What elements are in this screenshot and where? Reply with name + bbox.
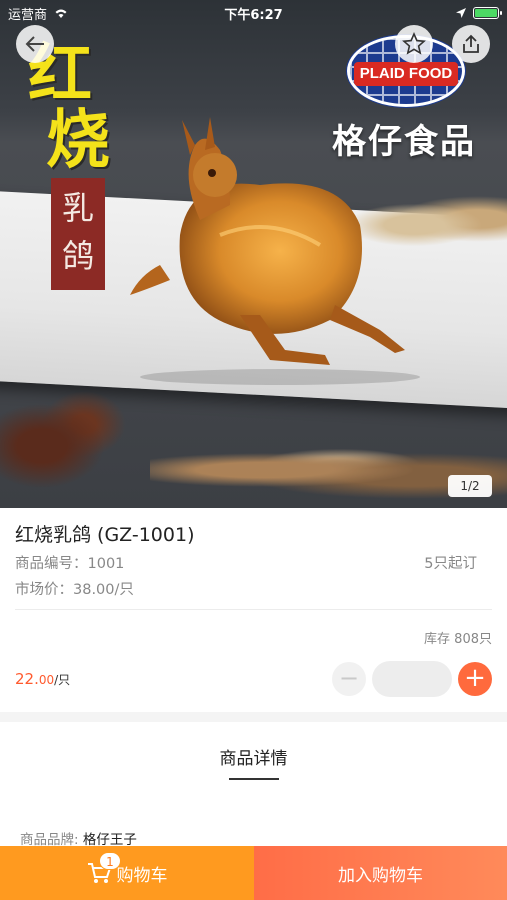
status-bar: 运营商 下午6:27 — [0, 0, 507, 26]
stock-count: 库存 808只 — [424, 632, 492, 647]
increase-button[interactable]: + — [458, 662, 492, 696]
divider — [15, 609, 492, 610]
product-code: 商品编号：1001 — [15, 556, 125, 572]
battery-icon — [473, 7, 502, 19]
detail-underline — [229, 778, 279, 780]
product-detail-section: 商品详情 商品品牌: 格仔王子 — [0, 722, 507, 848]
red-seal: 乳 鸽 — [51, 178, 105, 290]
bottom-action-bar: 1 购物车 加入购物车 — [0, 846, 507, 900]
image-pager: 1/2 — [448, 475, 492, 497]
product-info: 红烧乳鸽 (GZ-1001) 商品编号：1001 市场价：38.00/只 5只起… — [0, 508, 507, 712]
cart-label: 购物车 — [116, 865, 168, 886]
product-image-carousel[interactable]: 红 烧 乳 鸽 PLAID FOOD 格仔食品 1/2 — [0, 0, 507, 508]
star-icon — [402, 32, 426, 55]
price-integer: 22. — [15, 670, 39, 688]
seal-char-2: 鸽 — [61, 237, 94, 275]
share-icon — [463, 34, 479, 53]
cart-count-badge: 1 — [99, 852, 121, 870]
detail-title[interactable]: 商品详情 — [0, 744, 507, 769]
price: 22.00/只 — [15, 670, 70, 688]
brand-name-cn: 格仔食品 — [332, 122, 476, 162]
price-decimal: 00 — [38, 673, 55, 687]
add-to-cart-button[interactable]: 加入购物车 — [254, 846, 507, 900]
share-button[interactable] — [452, 25, 490, 63]
product-title: 红烧乳鸽 (GZ-1001) — [15, 524, 195, 546]
decrease-button[interactable]: − — [332, 662, 366, 696]
minimum-order: 5只起订 — [424, 556, 477, 572]
logo-text: PLAID FOOD — [354, 62, 458, 86]
calligraphy-char-2: 烧 — [46, 103, 110, 178]
quantity-stepper: − + — [332, 661, 492, 697]
spices-left — [0, 380, 140, 490]
favorite-button[interactable] — [395, 25, 433, 63]
brand-row: 商品品牌: 格仔王子 — [20, 828, 137, 848]
seal-char-1: 乳 — [61, 189, 94, 227]
cart-button[interactable]: 1 购物车 — [0, 846, 254, 900]
price-unit: /只 — [54, 673, 71, 687]
clock: 下午6:27 — [224, 7, 283, 23]
market-price: 市场价：38.00/只 — [15, 582, 134, 598]
back-button[interactable] — [16, 25, 54, 63]
arrow-left-icon — [25, 36, 44, 52]
quantity-input[interactable] — [372, 661, 452, 697]
